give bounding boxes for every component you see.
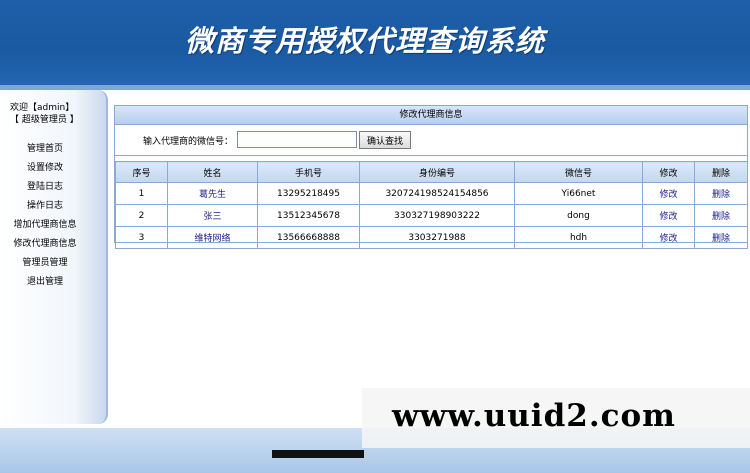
cell-phone: 13512345678 <box>257 204 360 227</box>
cell-wechat: Yi66net <box>514 182 643 205</box>
cell-wechat: dong <box>514 204 643 227</box>
watermark-text: www.uuid2.com <box>392 398 676 434</box>
welcome-role: 【 超级管理员 】 <box>10 115 79 125</box>
col-header-index: 序号 <box>115 161 168 183</box>
footer-redaction-mark <box>272 450 364 458</box>
col-header-phone: 手机号 <box>257 161 360 183</box>
cell-name: 维特网络 <box>167 226 258 249</box>
welcome-text: 欢迎【admin】 【 超级管理员 】 <box>10 102 79 126</box>
table-row: 2 张三 13512345678 330327198903222 dong 修改… <box>115 204 748 227</box>
sidebar-menu: 管理首页 设置修改 登陆日志 操作日志 增加代理商信息 修改代理商信息 管理员管… <box>0 140 90 292</box>
col-header-id-number: 身份编号 <box>359 161 515 183</box>
cell-index: 2 <box>115 204 168 227</box>
cell-phone: 13566668888 <box>257 226 360 249</box>
sidebar-item-logout[interactable]: 退出管理 <box>0 273 90 292</box>
sidebar-item-settings[interactable]: 设置修改 <box>0 159 90 178</box>
panel-title: 修改代理商信息 <box>115 106 747 125</box>
delete-link[interactable]: 删除 <box>694 182 748 205</box>
edit-agent-panel: 修改代理商信息 输入代理商的微信号： 确认查找 序号 姓名 手机号 身份编号 微… <box>114 105 748 249</box>
sidebar-item-login-log[interactable]: 登陆日志 <box>0 178 90 197</box>
sidebar-item-operation-log[interactable]: 操作日志 <box>0 197 90 216</box>
system-title: 微商专用授权代理查询系统 <box>185 24 546 58</box>
cell-wechat: hdh <box>514 226 643 249</box>
col-header-wechat: 微信号 <box>514 161 643 183</box>
wechat-search-input[interactable] <box>237 131 357 148</box>
cell-id-number: 330327198903222 <box>359 204 515 227</box>
agent-table: 序号 姓名 手机号 身份编号 微信号 修改 删除 1 葛先生 132952184… <box>115 161 748 249</box>
cell-name: 张三 <box>167 204 258 227</box>
sidebar: 欢迎【admin】 【 超级管理员 】 管理首页 设置修改 登陆日志 操作日志 … <box>0 90 108 424</box>
welcome-user: 欢迎【admin】 <box>10 103 75 113</box>
edit-link[interactable]: 修改 <box>642 182 695 205</box>
watermark: www.uuid2.com <box>362 388 750 448</box>
cell-id-number: 3303271988 <box>359 226 515 249</box>
search-row: 输入代理商的微信号： 确认查找 <box>115 125 747 156</box>
confirm-search-button[interactable]: 确认查找 <box>359 131 411 149</box>
edit-link[interactable]: 修改 <box>642 204 695 227</box>
cell-phone: 13295218495 <box>257 182 360 205</box>
search-label: 输入代理商的微信号： <box>143 137 234 147</box>
header-banner: 微商专用授权代理查询系统 <box>0 0 750 85</box>
col-header-edit: 修改 <box>642 161 695 183</box>
delete-link[interactable]: 删除 <box>694 204 748 227</box>
cell-name: 葛先生 <box>167 182 258 205</box>
col-header-delete: 删除 <box>694 161 748 183</box>
sidebar-item-edit-agent[interactable]: 修改代理商信息 <box>0 235 90 254</box>
delete-link[interactable]: 删除 <box>694 226 748 249</box>
table-row: 1 葛先生 13295218495 320724198524154856 Yi6… <box>115 182 748 205</box>
table-row: 3 维特网络 13566668888 3303271988 hdh 修改 删除 <box>115 226 748 249</box>
table-header-row: 序号 姓名 手机号 身份编号 微信号 修改 删除 <box>115 161 748 183</box>
header-divider <box>0 85 750 90</box>
cell-id-number: 320724198524154856 <box>359 182 515 205</box>
sidebar-item-admin-manage[interactable]: 管理员管理 <box>0 254 90 273</box>
sidebar-item-home[interactable]: 管理首页 <box>0 140 90 159</box>
edit-link[interactable]: 修改 <box>642 226 695 249</box>
cell-index: 1 <box>115 182 168 205</box>
sidebar-item-add-agent[interactable]: 增加代理商信息 <box>0 216 90 235</box>
col-header-name: 姓名 <box>167 161 258 183</box>
cell-index: 3 <box>115 226 168 249</box>
